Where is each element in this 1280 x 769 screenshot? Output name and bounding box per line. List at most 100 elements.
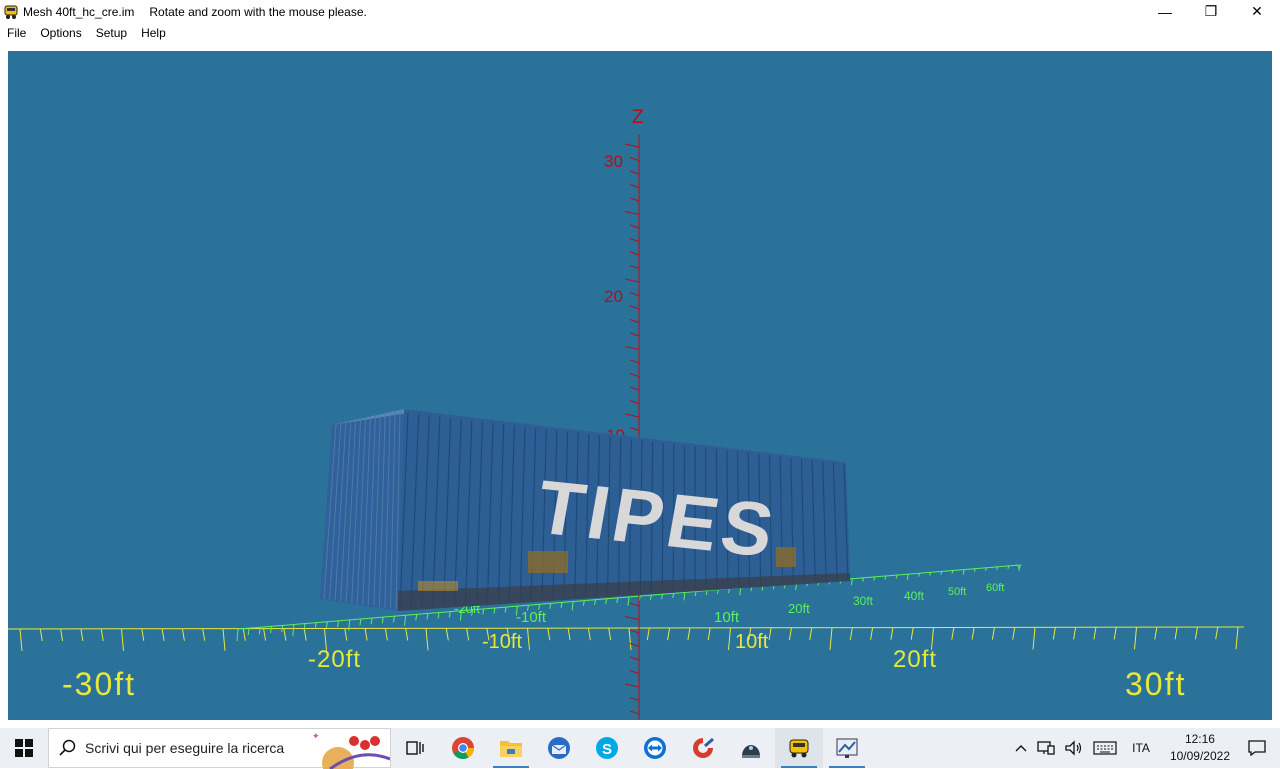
x-axis-tick — [345, 629, 347, 641]
z-axis-tick — [630, 306, 639, 309]
z-axis-tick — [630, 225, 639, 228]
search-icon — [59, 739, 77, 757]
windows-logo-icon — [15, 739, 33, 757]
y-axis-tick — [706, 591, 707, 595]
x-tick-label: -10ft — [482, 631, 522, 653]
taskbar-file-explorer[interactable] — [487, 728, 535, 768]
task-view-button[interactable] — [391, 728, 439, 768]
x-axis-tick — [708, 628, 710, 640]
volume-icon[interactable] — [1060, 728, 1088, 768]
z-axis-tick — [630, 698, 639, 701]
menu-file[interactable]: File — [0, 26, 33, 40]
taskbar-chrome[interactable] — [439, 728, 487, 768]
restore-button[interactable]: ❐ — [1188, 0, 1234, 23]
chrome-icon — [451, 736, 475, 760]
taskbar-mesh-viewer[interactable] — [775, 728, 823, 768]
x-axis-tick — [830, 628, 832, 650]
keyboard-icon[interactable] — [1088, 728, 1122, 768]
minimize-button[interactable]: — — [1142, 0, 1188, 23]
notifications-icon[interactable] — [1240, 728, 1280, 768]
menu-options[interactable]: Options — [33, 26, 88, 40]
x-axis-tick — [182, 629, 184, 641]
x-axis-tick — [972, 628, 974, 640]
x-axis-tick — [284, 629, 286, 641]
taskbar-teamviewer[interactable] — [631, 728, 679, 768]
x-tick-label: -20ft — [308, 646, 361, 673]
z-axis-tick — [630, 185, 639, 188]
taskbar-search[interactable]: ✦ — [48, 728, 391, 768]
y-axis-tick — [628, 597, 629, 605]
y-tick-label: 10ft — [714, 609, 740, 626]
z-axis-tick — [630, 360, 639, 363]
y-axis-tick — [494, 608, 495, 614]
x-axis-tick — [1074, 627, 1076, 639]
x-axis-tick — [647, 628, 649, 640]
y-tick-label: 40ft — [904, 589, 925, 603]
y-axis-tick — [550, 603, 551, 608]
x-axis-tick — [385, 628, 387, 640]
taskbar-clock[interactable]: 12:16 10/09/2022 — [1160, 731, 1240, 765]
x-axis-tick — [1135, 627, 1137, 649]
x-axis-tick — [1216, 627, 1218, 639]
shipping-container-model[interactable]: TIPES — [320, 409, 850, 611]
thunderbird-icon — [547, 736, 571, 760]
x-axis-tick — [769, 628, 771, 640]
taskbar-ccleaner[interactable] — [679, 728, 727, 768]
x-axis-tick — [548, 628, 550, 640]
y-axis-tick — [662, 594, 663, 599]
y-axis-tick — [505, 607, 506, 613]
x-axis-tick — [1013, 628, 1015, 640]
network-icon[interactable] — [1032, 728, 1060, 768]
x-axis-tick — [1114, 627, 1116, 639]
y-axis-tick — [617, 598, 618, 603]
search-input[interactable] — [85, 740, 315, 756]
menu-bar: File Options Setup Help — [0, 23, 1280, 43]
z-axis-tick — [625, 684, 639, 687]
taskbar-thunderbird[interactable] — [535, 728, 583, 768]
z-axis-tick — [630, 671, 639, 674]
y-axis-tick — [684, 592, 685, 600]
x-axis-tick — [992, 628, 994, 640]
x-axis-tick — [1236, 627, 1238, 649]
input-language-indicator[interactable]: ITA — [1122, 728, 1160, 768]
x-axis-tick — [81, 629, 83, 641]
x-axis-tick — [61, 629, 63, 641]
close-button[interactable]: ✕ — [1234, 0, 1280, 23]
x-axis-tick — [1094, 627, 1096, 639]
3d-viewport[interactable]: Z Y 30 20 10 -30ft -20ft -10ft 10ft 20ft… — [8, 51, 1272, 720]
system-tray: ITA 12:16 10/09/2022 — [1010, 728, 1280, 768]
start-button[interactable] — [0, 728, 48, 768]
y-axis-tick — [282, 625, 283, 632]
menu-help[interactable]: Help — [134, 26, 173, 40]
z-axis-tick — [630, 387, 639, 390]
x-axis-tick — [850, 628, 852, 640]
z-axis-tick — [630, 198, 639, 201]
x-tick-label: 30ft — [1125, 666, 1186, 702]
task-view-icon — [406, 740, 424, 756]
z-axis-tick — [630, 630, 639, 633]
x-axis-tick — [911, 628, 913, 640]
window-title: Mesh 40ft_hc_cre.im — [23, 5, 134, 19]
z-axis-tick — [625, 144, 639, 147]
taskbar-skype[interactable]: S — [583, 728, 631, 768]
z-axis-tick — [630, 711, 639, 714]
taskbar-dome-app[interactable] — [727, 728, 775, 768]
z-axis-tick — [630, 239, 639, 242]
y-axis-tick — [583, 601, 584, 606]
show-hidden-icons-chevron-up-icon[interactable] — [1010, 728, 1032, 768]
y-axis-tick — [594, 600, 595, 605]
mesh-viewer-icon — [787, 736, 811, 760]
menu-setup[interactable]: Setup — [89, 26, 134, 40]
scene-canvas[interactable]: Z Y 30 20 10 -30ft -20ft -10ft 10ft 20ft… — [8, 51, 1272, 720]
y-axis-tick — [271, 626, 272, 633]
x-axis-tick — [729, 628, 731, 650]
search-highlight-art-icon: ✦ — [310, 729, 390, 769]
x-axis-tick — [446, 628, 448, 640]
x-axis-tick — [264, 629, 266, 641]
y-axis-tick — [695, 592, 696, 597]
x-axis-tick — [952, 628, 954, 640]
x-axis-tick — [20, 629, 22, 651]
taskbar-image-tool[interactable] — [823, 728, 871, 768]
y-axis-tick — [416, 614, 417, 620]
x-axis-tick — [203, 629, 205, 641]
